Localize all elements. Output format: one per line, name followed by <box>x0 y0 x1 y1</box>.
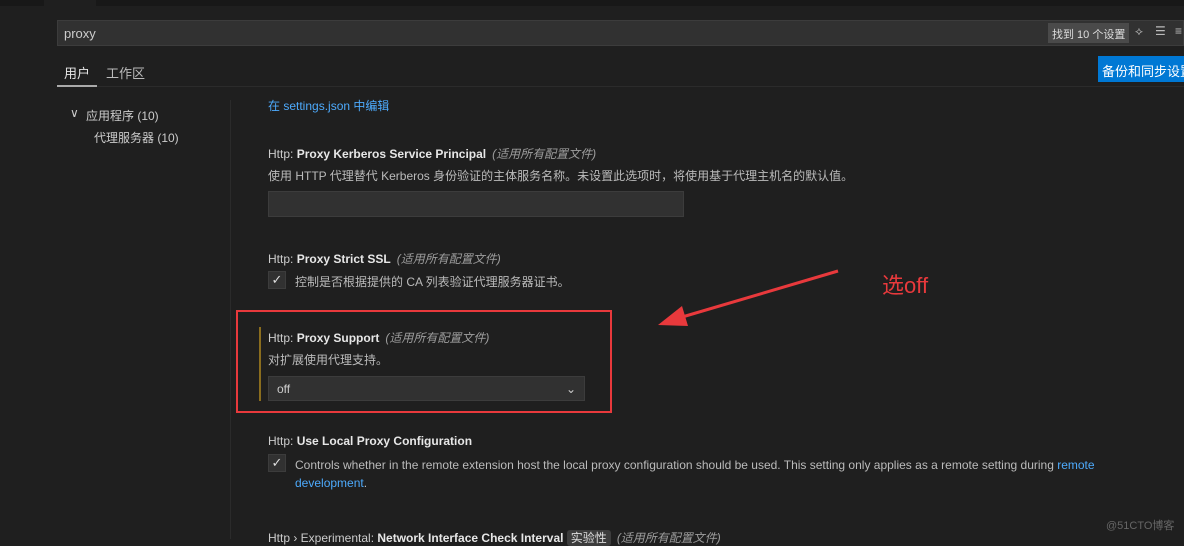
active-tab-indicator <box>57 85 97 87</box>
filter-icon[interactable]: ≡ <box>1175 24 1182 38</box>
strict-ssl-checkbox[interactable]: ✓ <box>268 271 286 289</box>
tab-workspace[interactable]: 工作区 <box>106 63 145 82</box>
clear-filter-icon[interactable]: ⟡ <box>1135 24 1143 39</box>
setting-description: 使用 HTTP 代理替代 Kerberos 身份验证的主体服务名称。未设置此选项… <box>268 169 854 183</box>
search-value: proxy <box>64 25 96 41</box>
search-result-count: 找到 10 个设置 <box>1048 23 1130 43</box>
setting-title: Http: Proxy Kerberos Service Principal (适… <box>268 147 597 161</box>
chevron-down-icon[interactable]: ∨ <box>70 106 79 120</box>
tree-item-proxy[interactable]: 代理服务器 (10) <box>94 129 179 146</box>
settings-search-input[interactable]: proxy <box>57 20 1184 46</box>
arrow-annotation <box>658 269 839 326</box>
tab-user[interactable]: 用户 <box>64 63 90 82</box>
kerberos-principal-input[interactable] <box>268 191 684 217</box>
use-local-proxy-checkbox[interactable]: ✓ <box>268 454 286 472</box>
editor-tab-strip <box>0 0 1184 6</box>
clear-search-icon[interactable]: ☰ <box>1155 24 1166 38</box>
editor-tab[interactable] <box>44 0 96 6</box>
tree-item-application[interactable]: 应用程序 (10) <box>86 107 159 124</box>
backup-sync-button[interactable]: 备份和同步设置 <box>1098 56 1184 82</box>
watermark: @51CTO博客 <box>1106 520 1175 532</box>
setting-title: Http: Use Local Proxy Configuration <box>268 434 473 448</box>
edit-in-settings-json-link[interactable]: 在 settings.json 中编辑 <box>268 97 389 114</box>
experimental-badge: 实验性 <box>566 530 611 546</box>
setting-title: Http › Experimental: Network Interface C… <box>268 530 721 546</box>
tab-divider <box>57 86 1184 87</box>
highlight-box <box>236 310 612 413</box>
setting-description: 控制是否根据提供的 CA 列表验证代理服务器证书。 <box>295 275 570 289</box>
setting-description: Controls whether in the remote extension… <box>295 458 1095 490</box>
setting-title: Http: Proxy Strict SSL (适用所有配置文件) <box>268 252 501 266</box>
annotation-text: 选off <box>882 273 929 298</box>
